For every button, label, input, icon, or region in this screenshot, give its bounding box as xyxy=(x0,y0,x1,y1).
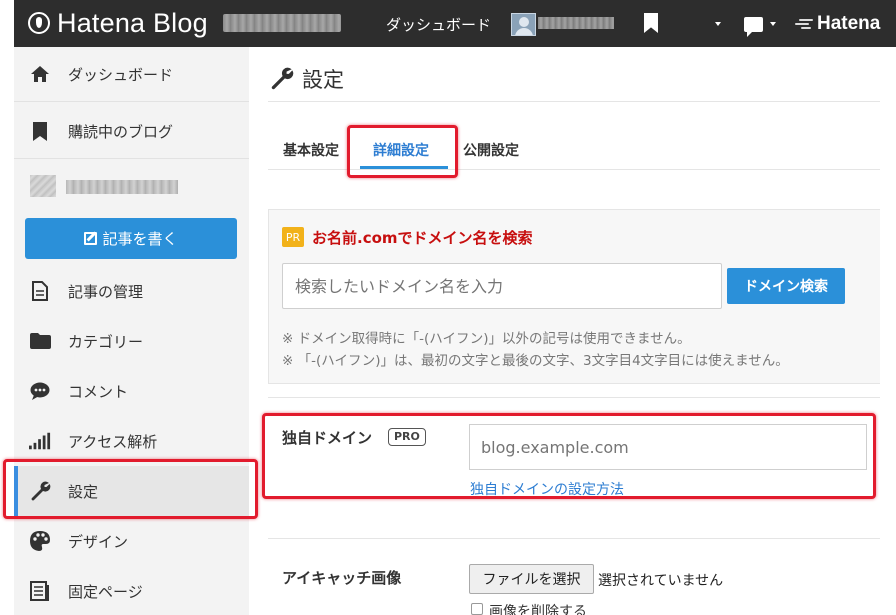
domain-note: ※ 「-(ハイフン)」は、最初の文字と最後の文字、3文字目4文字目には使えません… xyxy=(282,353,789,369)
sidebar-item-categories[interactable]: カテゴリー xyxy=(14,316,249,366)
chevron-down-icon[interactable] xyxy=(715,22,721,26)
domain-search-input[interactable] xyxy=(282,263,722,309)
divider xyxy=(268,538,880,539)
hatena-mark-icon xyxy=(795,18,813,30)
sidebar-item-label: 記事の管理 xyxy=(68,282,144,301)
comment-icon xyxy=(29,380,51,402)
custom-domain-label: 独自ドメイン xyxy=(282,429,373,447)
write-article-label: 記事を書く xyxy=(102,230,178,248)
bookmark-icon[interactable] xyxy=(644,13,658,33)
tab-publish-settings[interactable]: 公開設定 xyxy=(463,140,519,160)
tab-advanced-settings[interactable]: 詳細設定 xyxy=(373,140,429,160)
blog-thumbnail[interactable] xyxy=(30,175,56,197)
sidebar-item-label: アクセス解析 xyxy=(68,432,158,451)
domain-search-button[interactable]: ドメイン検索 xyxy=(727,268,845,304)
delete-image-checkbox[interactable] xyxy=(471,603,483,615)
edit-icon xyxy=(84,232,98,245)
sidebar-item-label: 購読中のブログ xyxy=(68,122,174,141)
sidebar-item-settings[interactable]: 設定 xyxy=(14,466,249,516)
sidebar-item-design[interactable]: デザイン xyxy=(14,516,249,566)
divider xyxy=(268,101,880,102)
hatena-brand-link[interactable]: Hatena xyxy=(795,13,880,35)
sidebar-item-comments[interactable]: コメント xyxy=(14,366,249,416)
message-icon[interactable] xyxy=(744,17,763,37)
blurred-blog-title[interactable] xyxy=(66,180,178,194)
blurred-blog-name[interactable] xyxy=(223,14,341,32)
divider xyxy=(268,169,880,170)
sidebar: ダッシュボード 購読中のブログ 記事を書く 記事の管理 カテゴリー コメント ア… xyxy=(14,47,249,615)
sidebar-item-label: ダッシュボード xyxy=(68,65,174,84)
sidebar-item-articles[interactable]: 記事の管理 xyxy=(14,266,249,316)
dashboard-link[interactable]: ダッシュボード xyxy=(386,14,491,35)
choose-file-button[interactable]: ファイルを選択 xyxy=(469,564,594,594)
palette-icon xyxy=(29,530,51,552)
sidebar-item-label: 設定 xyxy=(68,482,99,501)
pages-icon xyxy=(29,580,51,602)
avatar[interactable] xyxy=(511,13,536,36)
pro-badge: PRO xyxy=(388,428,426,446)
sidebar-item-analytics[interactable]: アクセス解析 xyxy=(14,416,249,466)
custom-domain-input[interactable] xyxy=(469,424,867,470)
divider xyxy=(268,397,880,398)
sidebar-item-label: 固定ページ xyxy=(68,582,143,601)
folder-icon xyxy=(29,330,51,352)
apps-grid-icon[interactable] xyxy=(691,15,709,33)
brand-text: Hatena xyxy=(817,13,881,34)
bar-chart-icon xyxy=(29,430,51,452)
sidebar-item-label: カテゴリー xyxy=(68,332,144,351)
sidebar-item-subscriptions[interactable]: 購読中のブログ xyxy=(14,104,249,159)
wrench-icon xyxy=(29,480,51,502)
tab-basic-settings[interactable]: 基本設定 xyxy=(283,140,339,160)
home-icon xyxy=(29,63,51,85)
domain-note: ※ ドメイン取得時に「-(ハイフン)」以外の記号は使用できません。 xyxy=(282,331,691,347)
sidebar-item-dashboard[interactable]: ダッシュボード xyxy=(14,47,249,102)
file-status-text: 選択されていません xyxy=(598,573,724,589)
write-article-button[interactable]: 記事を書く xyxy=(25,218,237,259)
hatena-blog-logo-icon xyxy=(28,12,50,34)
sidebar-item-label: デザイン xyxy=(68,532,129,551)
chevron-down-icon[interactable] xyxy=(770,22,776,26)
sidebar-item-label: コメント xyxy=(68,382,129,401)
pr-badge: PR xyxy=(282,227,304,247)
pr-title: お名前.comでドメイン名を検索 xyxy=(312,229,533,247)
sidebar-item-pages[interactable]: 固定ページ xyxy=(14,566,249,615)
delete-image-label[interactable]: 画像を削除する xyxy=(489,601,587,615)
hatena-blog-logo[interactable]: Hatena Blog xyxy=(28,7,208,38)
page-title: 設定 xyxy=(270,64,344,94)
bookmark-icon xyxy=(29,120,51,142)
wrench-icon xyxy=(271,67,294,90)
page-title-text: 設定 xyxy=(302,68,344,92)
eyecatch-label: アイキャッチ画像 xyxy=(282,569,402,587)
custom-domain-help-link[interactable]: 独自ドメインの設定方法 xyxy=(470,479,624,499)
blurred-user-name[interactable] xyxy=(538,17,614,29)
logo-text: Hatena Blog xyxy=(57,7,208,38)
top-navigation-bar: Hatena Blog ダッシュボード Hatena xyxy=(14,0,896,47)
document-icon xyxy=(29,280,51,302)
